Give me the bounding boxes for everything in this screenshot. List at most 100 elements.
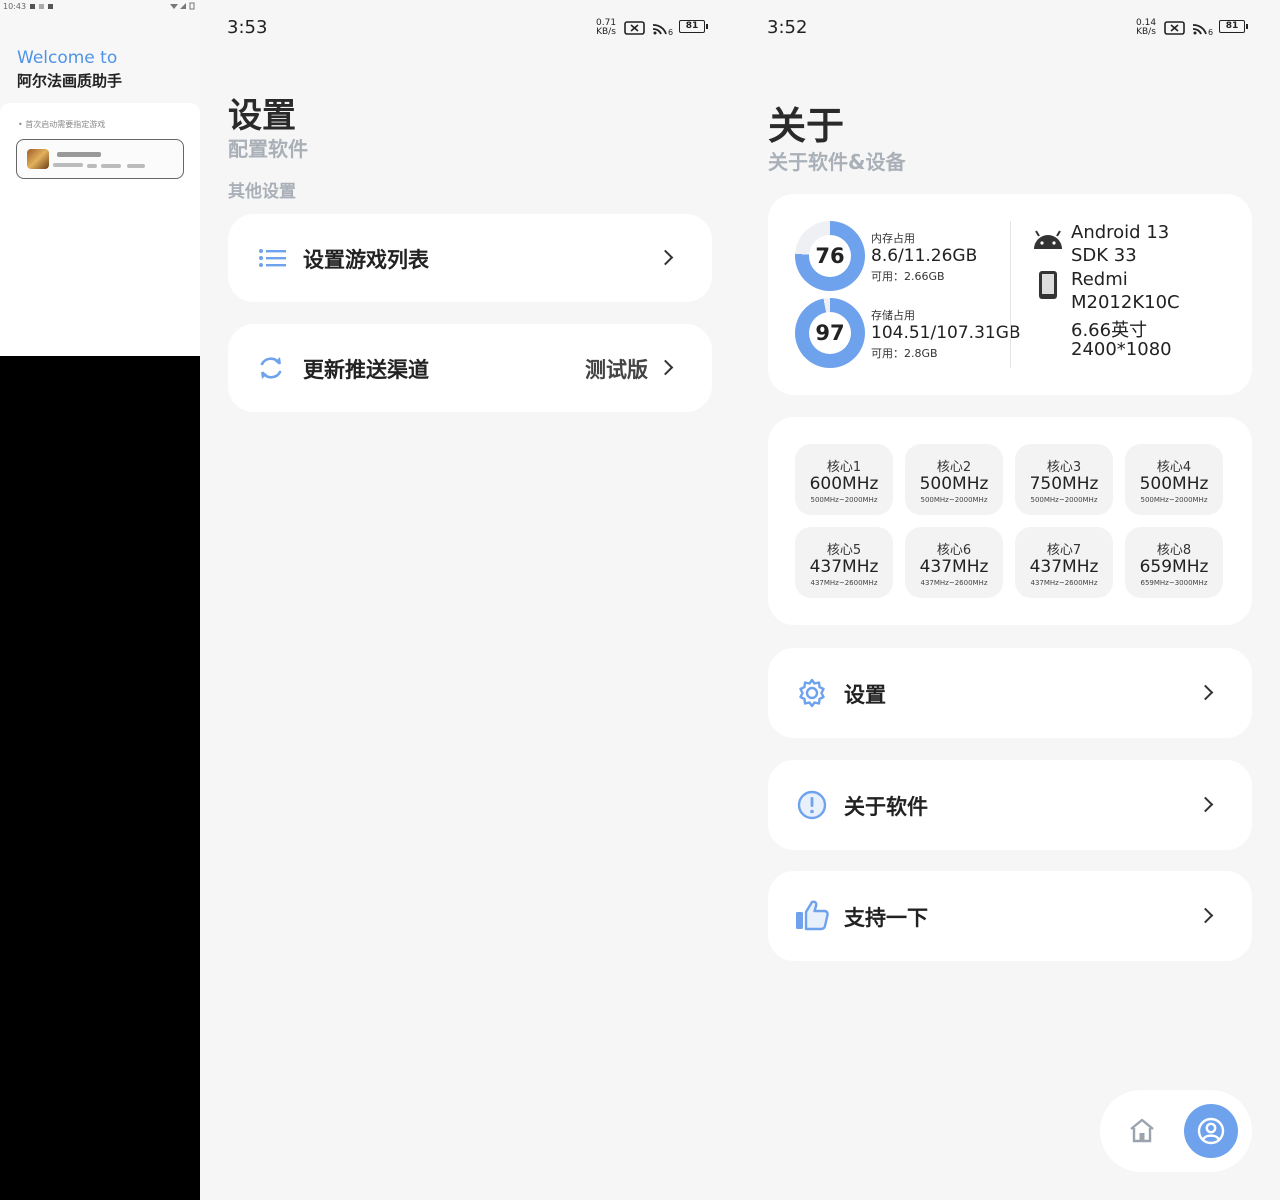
notification-icon [39, 4, 45, 9]
chevron-right-icon [1197, 684, 1214, 701]
cpu-core: 核心6 437MHz 437MHz~2600MHz [905, 527, 1003, 598]
status-icons [169, 2, 195, 12]
game-list-settings-row[interactable]: 设置游戏列表 [228, 214, 712, 302]
cpu-core: 核心4 500MHz 500MHz~2000MHz [1125, 444, 1223, 515]
sim-disabled-icon [1164, 21, 1185, 35]
device-info-card: 76 内存占用 8.6/11.26GB 可用：2.66GB 97 存储占用 10… [768, 194, 1252, 395]
list-icon [259, 249, 286, 267]
bottom-navigation [1100, 1090, 1252, 1172]
core-range: 500MHz~2000MHz [920, 496, 988, 504]
storage-usage-ring: 97 [795, 298, 865, 368]
cpu-core: 核心2 500MHz 500MHz~2000MHz [905, 444, 1003, 515]
core-frequency: 500MHz [919, 474, 989, 494]
support-row[interactable]: 支持一下 [768, 871, 1252, 961]
page-subtitle: 关于软件&设备 [768, 150, 906, 174]
cpu-core: 核心7 437MHz 437MHz~2600MHz [1015, 527, 1113, 598]
update-channel-row[interactable]: 更新推送渠道 测试版 [228, 324, 712, 412]
net-speed: 0.14 KB/s [1136, 19, 1156, 37]
section-header: 其他设置 [228, 182, 296, 202]
core-name: 核心5 [826, 543, 862, 558]
settings-menu-row[interactable]: 设置 [768, 648, 1252, 738]
wifi-signal-battery-icon [170, 2, 195, 10]
info-icon [797, 790, 827, 820]
status-time: 10:43 [3, 2, 27, 11]
core-range: 437MHz~2600MHz [810, 579, 878, 587]
chevron-right-icon [1197, 907, 1214, 924]
update-channel-value: 测试版 [585, 358, 648, 382]
core-name: 核心1 [826, 460, 862, 475]
core-name: 核心4 [1156, 460, 1192, 475]
memory-percent: 76 [809, 235, 851, 277]
home-icon[interactable] [1128, 1117, 1156, 1143]
core-range: 500MHz~2000MHz [1140, 496, 1208, 504]
cpu-core: 核心5 437MHz 437MHz~2600MHz [795, 527, 893, 598]
signal-label: 6 [668, 28, 674, 37]
status-time: 3:52 [767, 17, 808, 38]
storage-label: 存储占用 [871, 309, 915, 322]
sim-disabled-icon [624, 21, 645, 35]
game-thumbnail [27, 149, 49, 169]
memory-label: 内存占用 [871, 232, 915, 245]
net-speed-unit: KB/s [596, 27, 616, 37]
device-brand: Redmi [1071, 269, 1128, 290]
first-run-screen: 10:43 Welcome to 阿尔法画质助手 • 首次启动需要指定游戏 [0, 0, 200, 356]
phone-icon [1039, 271, 1057, 299]
chevron-right-icon [657, 359, 674, 376]
memory-value: 8.6/11.26GB [871, 246, 978, 266]
core-frequency: 659MHz [1139, 557, 1209, 577]
first-run-hint: • 首次启动需要指定游戏 [18, 120, 106, 129]
row-label: 关于软件 [844, 795, 928, 819]
redacted-info [127, 164, 145, 168]
core-name: 核心2 [936, 460, 972, 475]
cpu-core: 核心8 659MHz 659MHz~3000MHz [1125, 527, 1223, 598]
sdk-version: SDK 33 [1071, 245, 1137, 266]
signal-label: 6 [1208, 28, 1214, 37]
core-range: 437MHz~2600MHz [920, 579, 988, 587]
divider [1010, 221, 1011, 368]
device-model: M2012K10C [1071, 292, 1180, 313]
battery-icon: 81 [679, 20, 708, 33]
memory-usage-ring: 76 [795, 221, 865, 291]
page-title: 设置 [228, 96, 296, 136]
thumbs-up-icon [796, 900, 829, 931]
selected-game-item[interactable] [16, 139, 184, 179]
storage-percent: 97 [809, 312, 851, 354]
android-icon [1034, 230, 1062, 249]
memory-available: 可用：2.66GB [871, 270, 945, 283]
chevron-right-icon [1197, 796, 1214, 813]
storage-available: 可用：2.8GB [871, 347, 938, 360]
profile-nav-button[interactable] [1184, 1104, 1238, 1158]
core-name: 核心6 [936, 543, 972, 558]
core-range: 437MHz~2600MHz [1030, 579, 1098, 587]
core-range: 500MHz~2000MHz [810, 496, 878, 504]
net-speed-unit: KB/s [1136, 27, 1156, 37]
screen-resolution: 2400*1080 [1071, 339, 1172, 360]
net-speed: 0.71 KB/s [596, 19, 616, 37]
first-run-panel: 10:43 Welcome to 阿尔法画质助手 • 首次启动需要指定游戏 [0, 0, 200, 1200]
profile-icon [1197, 1117, 1225, 1145]
cpu-core: 核心1 600MHz 500MHz~2000MHz [795, 444, 893, 515]
row-label: 设置游戏列表 [303, 248, 429, 272]
cpu-cores-card: 核心1 600MHz 500MHz~2000MHz 核心2 500MHz 500… [768, 417, 1252, 625]
core-name: 核心3 [1046, 460, 1082, 475]
notification-icon [48, 4, 54, 9]
about-software-row[interactable]: 关于软件 [768, 760, 1252, 850]
page-subtitle: 配置软件 [228, 137, 308, 161]
chevron-right-icon [657, 249, 674, 266]
core-frequency: 600MHz [809, 474, 879, 494]
notification-icon [30, 4, 36, 9]
core-range: 500MHz~2000MHz [1030, 496, 1098, 504]
row-label: 支持一下 [844, 906, 928, 930]
welcome-text: Welcome to [17, 48, 118, 68]
row-label: 更新推送渠道 [303, 358, 429, 382]
row-label: 设置 [844, 683, 886, 707]
page-title: 关于 [768, 104, 845, 148]
core-frequency: 437MHz [1029, 557, 1099, 577]
core-frequency: 500MHz [1139, 474, 1209, 494]
app-name: 阿尔法画质助手 [17, 72, 123, 90]
core-range: 659MHz~3000MHz [1140, 579, 1208, 587]
cpu-core: 核心3 750MHz 500MHz~2000MHz [1015, 444, 1113, 515]
storage-value: 104.51/107.31GB [871, 323, 1021, 343]
redacted-package-name [53, 163, 83, 167]
battery-icon: 81 [1219, 20, 1248, 33]
